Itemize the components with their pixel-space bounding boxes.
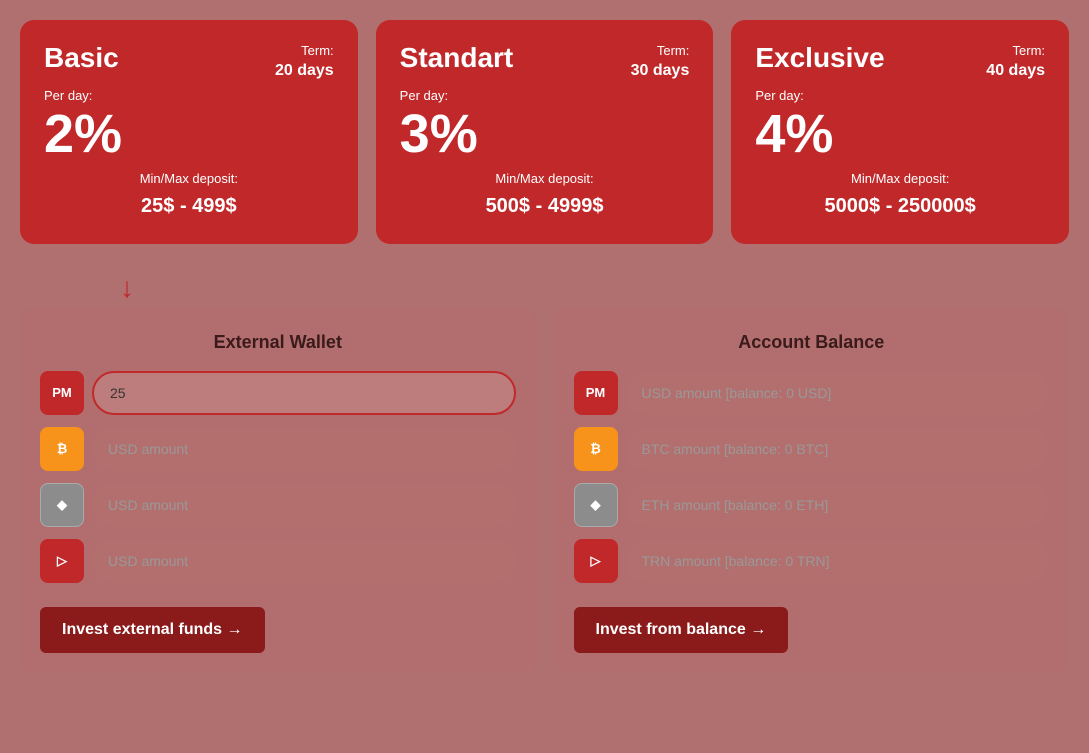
input-field-external-inputs-eth[interactable] xyxy=(92,483,516,527)
input-row-external-inputs-eth: ◆ xyxy=(40,483,516,527)
plan-title-standart: Standart xyxy=(400,42,514,74)
arrow-indicator: ↓ xyxy=(20,274,1069,302)
plan-card-exclusive[interactable]: Exclusive Term: 40 days Per day: 4% Min/… xyxy=(731,20,1069,244)
input-field-balance-inputs-pm[interactable] xyxy=(626,371,1050,415)
plan-perday-label-exclusive: Per day: xyxy=(755,88,1045,103)
input-row-balance-inputs-pm: PM xyxy=(574,371,1050,415)
input-row-external-inputs-btc: ₿ xyxy=(40,427,516,471)
plan-perday-label-basic: Per day: xyxy=(44,88,334,103)
input-field-external-inputs-btc[interactable] xyxy=(92,427,516,471)
input-field-balance-inputs-btc[interactable] xyxy=(626,427,1050,471)
account-balance-inputs: PM ₿ ◆ ▷ xyxy=(574,371,1050,583)
badge-external-inputs-trn: ▷ xyxy=(40,539,84,583)
external-wallet-btn-row: Invest external funds → xyxy=(40,597,516,653)
badge-balance-inputs-trn: ▷ xyxy=(574,539,618,583)
plan-percent-standart: 3% xyxy=(400,107,690,161)
bottom-panels: External Wallet PM ₿ ◆ ▷ Invest external fu… xyxy=(20,308,1069,673)
input-row-external-inputs-pm: PM xyxy=(40,371,516,415)
input-row-balance-inputs-btc: ₿ xyxy=(574,427,1050,471)
account-balance-panel: Account Balance PM ₿ ◆ ▷ Invest from balanc… xyxy=(554,308,1070,673)
invest-balance-button[interactable]: Invest from balance → xyxy=(574,607,789,653)
account-balance-btn-row: Invest from balance → xyxy=(574,597,1050,653)
plan-term-basic: Term: 20 days xyxy=(275,42,334,83)
external-wallet-title: External Wallet xyxy=(40,332,516,353)
plan-title-exclusive: Exclusive xyxy=(755,42,884,74)
plan-card-basic[interactable]: Basic Term: 20 days Per day: 2% Min/Max … xyxy=(20,20,358,244)
account-balance-title: Account Balance xyxy=(574,332,1050,353)
input-field-external-inputs-trn[interactable] xyxy=(92,539,516,583)
invest-external-button[interactable]: Invest external funds → xyxy=(40,607,265,653)
input-row-balance-inputs-trn: ▷ xyxy=(574,539,1050,583)
plan-card-standart[interactable]: Standart Term: 30 days Per day: 3% Min/M… xyxy=(376,20,714,244)
plan-minmax-standart: Min/Max deposit: 500$ - 4999$ xyxy=(400,169,690,222)
input-field-external-inputs-pm[interactable] xyxy=(92,371,516,415)
arrow-down-icon: ↓ xyxy=(120,274,134,302)
badge-balance-inputs-btc: ₿ xyxy=(574,427,618,471)
plan-percent-exclusive: 4% xyxy=(755,107,1045,161)
plans-row: Basic Term: 20 days Per day: 2% Min/Max … xyxy=(20,20,1069,244)
plan-minmax-basic: Min/Max deposit: 25$ - 499$ xyxy=(44,169,334,222)
badge-external-inputs-btc: ₿ xyxy=(40,427,84,471)
plan-minmax-exclusive: Min/Max deposit: 5000$ - 250000$ xyxy=(755,169,1045,222)
badge-balance-inputs-eth: ◆ xyxy=(574,483,618,527)
plan-title-basic: Basic xyxy=(44,42,119,74)
badge-external-inputs-pm: PM xyxy=(40,371,84,415)
plan-perday-label-standart: Per day: xyxy=(400,88,690,103)
plan-term-standart: Term: 30 days xyxy=(631,42,690,83)
external-wallet-panel: External Wallet PM ₿ ◆ ▷ Invest external fu… xyxy=(20,308,536,673)
input-field-balance-inputs-eth[interactable] xyxy=(626,483,1050,527)
badge-balance-inputs-pm: PM xyxy=(574,371,618,415)
input-field-balance-inputs-trn[interactable] xyxy=(626,539,1050,583)
plan-percent-basic: 2% xyxy=(44,107,334,161)
input-row-balance-inputs-eth: ◆ xyxy=(574,483,1050,527)
plan-term-exclusive: Term: 40 days xyxy=(986,42,1045,83)
external-wallet-inputs: PM ₿ ◆ ▷ xyxy=(40,371,516,583)
badge-external-inputs-eth: ◆ xyxy=(40,483,84,527)
input-row-external-inputs-trn: ▷ xyxy=(40,539,516,583)
